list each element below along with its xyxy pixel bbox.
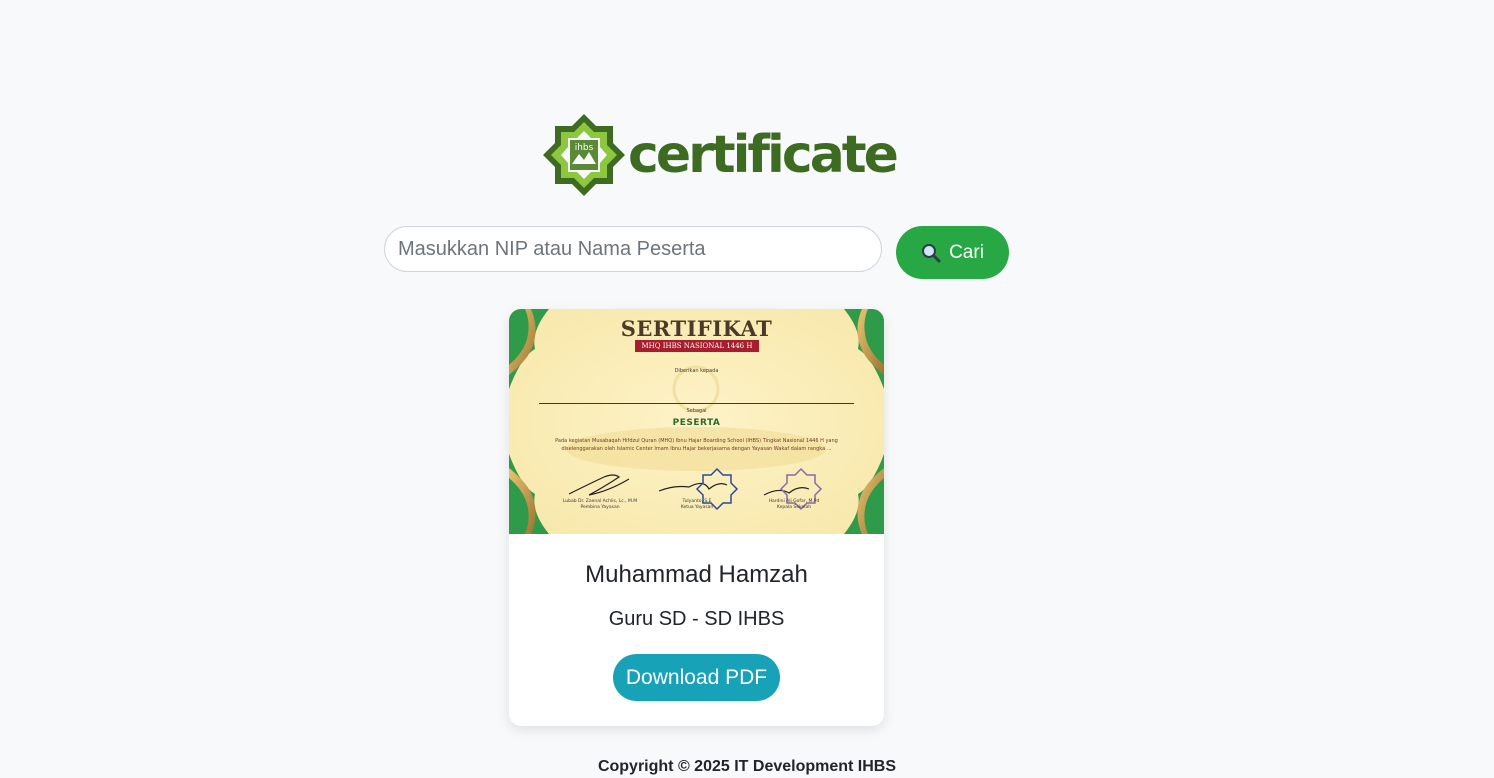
certificate-as-label: Sebagai: [686, 408, 707, 414]
participant-name: Muhammad Hamzah: [585, 561, 808, 588]
certificate-preview[interactable]: SERTIFIKAT MHQ IHBS NASIONAL 1446 H Dibe…: [509, 309, 884, 534]
signatory-3-title: Kepala Sekolah: [776, 505, 812, 510]
site-logo: ihbs certificate: [539, 112, 899, 202]
certificate-description: Pada kegiatan Musabaqah Hifdzul Quran (M…: [555, 438, 838, 452]
magnifier-icon: [922, 243, 941, 262]
certificate-role: PESERTA: [672, 418, 721, 428]
footer-copyright: Copyright © 2025 IT Development IHBS: [597, 758, 897, 775]
participant-role: Guru SD - SD IHBS: [608, 608, 785, 630]
search-button-label: Cari: [949, 241, 984, 263]
logo-badge-text: ihbs: [575, 143, 594, 153]
signatory-1-title: Pembina Yayasan: [580, 505, 620, 510]
certificate-name-line: [539, 403, 854, 404]
certificate-given-to: Diberikan kepada: [674, 368, 719, 374]
page: ihbs certificate Cari: [0, 0, 1494, 778]
search-input[interactable]: [384, 226, 882, 272]
search-button[interactable]: Cari: [896, 226, 1009, 279]
download-pdf-button[interactable]: Download PDF: [613, 654, 780, 701]
signatory-2: Tulyanto, S.E Ketua Yayasan: [642, 499, 752, 511]
certificate-card: SERTIFIKAT MHQ IHBS NASIONAL 1446 H Dibe…: [509, 309, 884, 726]
certificate-title: SERTIFIKAT: [620, 316, 773, 341]
logo-text: certificate: [628, 125, 899, 185]
signatory-1: Lubab Dr. Zaenal Achlis, Lc., M.M Pembin…: [545, 499, 655, 511]
signatory-3: Hardini Ali Gofar, M.Pd Kepala Sekolah: [739, 499, 849, 511]
certificate-ribbon: MHQ IHBS NASIONAL 1446 H: [635, 340, 759, 352]
logo-emblem-icon: ihbs: [543, 114, 625, 196]
signatory-2-title: Ketua Yayasan: [680, 505, 714, 510]
